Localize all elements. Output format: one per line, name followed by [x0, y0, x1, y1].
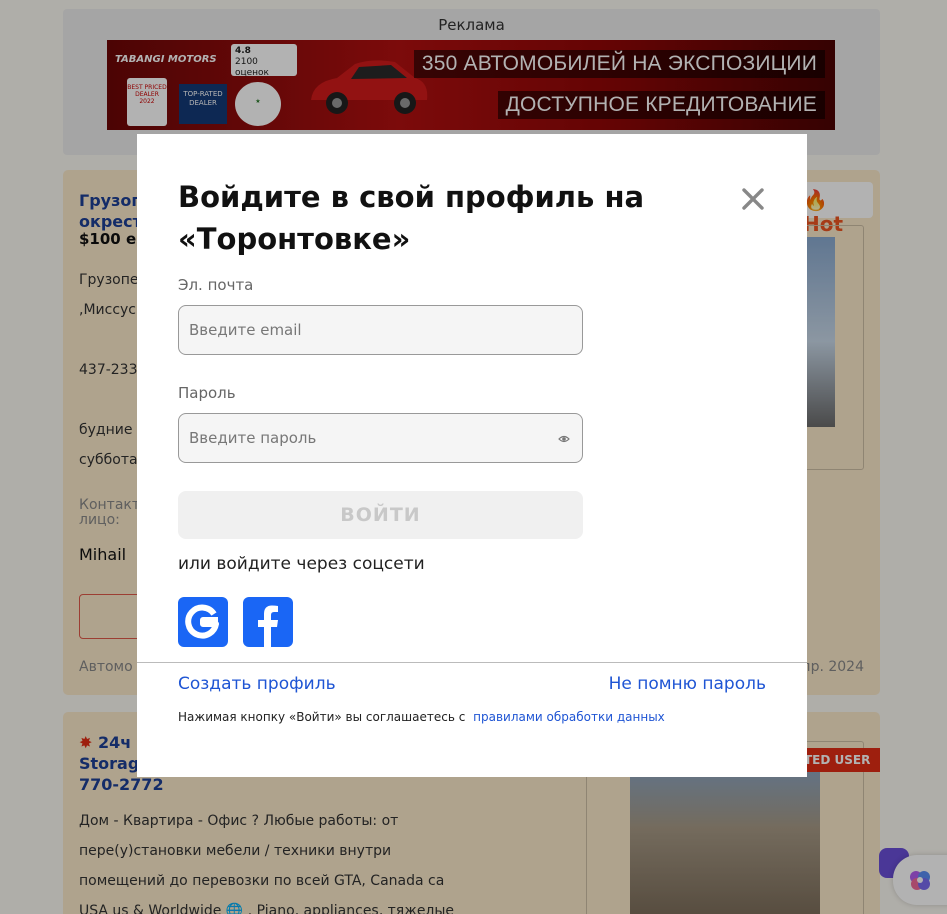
data-policy-link[interactable]: правилами обработки данных: [473, 710, 665, 724]
password-label: Пароль: [178, 384, 236, 402]
password-field-wrapper: [178, 413, 583, 463]
modal-divider: [137, 662, 807, 663]
close-icon[interactable]: [738, 184, 768, 214]
eye-icon[interactable]: [558, 433, 570, 445]
google-login-button[interactable]: [178, 597, 228, 647]
social-login-prompt: или войдите через соцсети: [178, 554, 425, 574]
agreement-text: Нажимая кнопку «Войти» вы соглашаетесь с: [178, 710, 466, 724]
agreement-note: Нажимая кнопку «Войти» вы соглашаетесь с…: [178, 710, 665, 724]
forgot-password-link[interactable]: Не помню пароль: [609, 674, 766, 694]
modal-title: Войдите в свой профиль на «Торонтовке»: [178, 180, 645, 256]
google-icon: [185, 604, 219, 639]
email-label: Эл. почта: [178, 276, 254, 294]
email-field[interactable]: [179, 306, 582, 354]
login-modal: Войдите в свой профиль на «Торонтовке» Э…: [137, 134, 807, 777]
password-field[interactable]: [179, 414, 582, 462]
facebook-login-button[interactable]: [243, 597, 293, 647]
facebook-icon: [258, 605, 278, 647]
login-button[interactable]: ВОЙТИ: [178, 491, 583, 539]
create-profile-link[interactable]: Создать профиль: [178, 674, 336, 694]
email-field-wrapper: [178, 305, 583, 355]
